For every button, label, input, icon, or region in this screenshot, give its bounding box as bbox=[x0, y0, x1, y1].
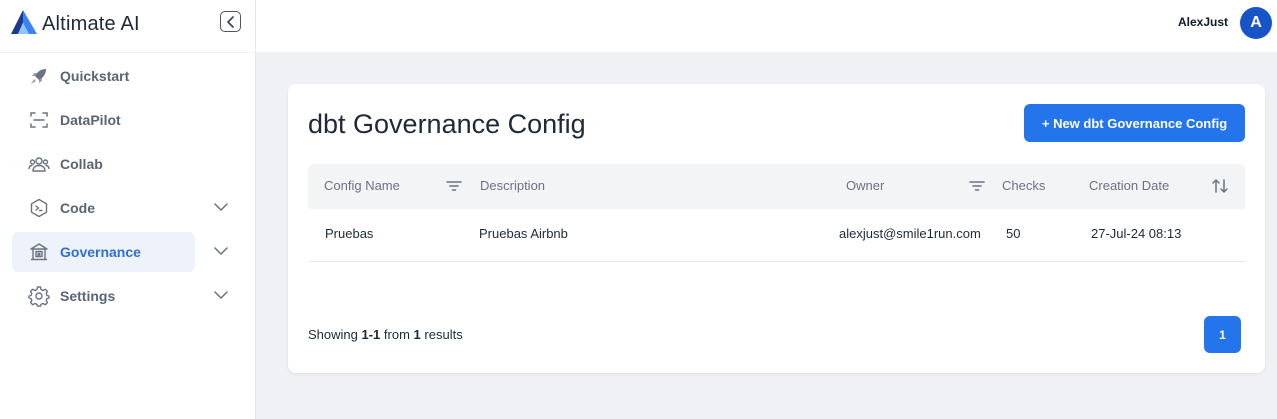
sidebar-item-label: Settings bbox=[60, 288, 116, 304]
sidebar-item-code[interactable]: Code bbox=[12, 188, 195, 228]
results-middle: from bbox=[383, 327, 410, 342]
filter-icon[interactable] bbox=[968, 177, 986, 195]
code-icon bbox=[28, 197, 50, 219]
results-prefix: Showing bbox=[308, 327, 358, 342]
column-header-description[interactable]: Description bbox=[480, 178, 545, 193]
pagination-page-button[interactable]: 1 bbox=[1204, 316, 1241, 353]
scan-icon bbox=[28, 109, 50, 131]
sidebar-item-label: Code bbox=[60, 200, 95, 216]
sidebar-item-settings[interactable]: Settings bbox=[12, 276, 195, 316]
chevron-left-icon bbox=[226, 15, 234, 28]
sidebar-item-datapilot[interactable]: DataPilot bbox=[12, 100, 195, 140]
sidebar-item-label: Collab bbox=[60, 156, 103, 172]
page-title: dbt Governance Config bbox=[308, 109, 586, 139]
cell-owner: alexjust@smile1run.com bbox=[839, 226, 981, 241]
results-summary: Showing 1-1 from 1 results bbox=[308, 327, 463, 342]
chevron-down-icon[interactable] bbox=[212, 286, 230, 304]
top-bar: AlexJust bbox=[256, 0, 1277, 52]
results-total: 1 bbox=[413, 327, 421, 342]
chevron-down-icon[interactable] bbox=[212, 198, 230, 216]
collapse-sidebar-button[interactable] bbox=[220, 11, 241, 32]
sidebar-item-label: Governance bbox=[60, 244, 141, 260]
altimate-logo-icon bbox=[10, 9, 38, 40]
sidebar-item-label: DataPilot bbox=[60, 112, 121, 128]
sidebar-item-quickstart[interactable]: Quickstart bbox=[12, 56, 195, 96]
cell-creation-date: 27-Jul-24 08:13 bbox=[1091, 226, 1182, 241]
brand[interactable]: Altimate AI bbox=[10, 9, 140, 40]
sidebar-item-collab[interactable]: Collab bbox=[12, 144, 195, 184]
chevron-down-icon[interactable] bbox=[212, 242, 230, 260]
new-governance-config-button[interactable]: + New dbt Governance Config bbox=[1024, 104, 1245, 142]
rocket-icon bbox=[28, 65, 50, 87]
filter-icon[interactable] bbox=[445, 177, 463, 195]
brand-name: Altimate AI bbox=[42, 13, 140, 35]
avatar[interactable]: A bbox=[1240, 7, 1272, 39]
results-range: 1-1 bbox=[361, 327, 381, 342]
sidebar-item-label: Quickstart bbox=[60, 68, 130, 84]
sidebar: Altimate AI Quickstart DataPilot Collab … bbox=[0, 0, 256, 419]
cell-description: Pruebas Airbnb bbox=[479, 226, 568, 241]
username: AlexJust bbox=[1177, 15, 1228, 29]
cell-config-name[interactable]: Pruebas bbox=[325, 226, 373, 241]
column-header-config-name[interactable]: Config Name bbox=[324, 178, 400, 193]
table-row[interactable]: Pruebas Pruebas Airbnb alexjust@smile1ru… bbox=[308, 209, 1245, 262]
table-header: Config Name Description Owner Checks Cre… bbox=[308, 164, 1245, 209]
sidebar-item-governance[interactable]: Governance bbox=[12, 232, 195, 272]
users-icon bbox=[28, 153, 50, 175]
bank-icon bbox=[28, 241, 50, 263]
governance-config-card: dbt Governance Config + New dbt Governan… bbox=[288, 84, 1265, 373]
column-header-creation-date[interactable]: Creation Date bbox=[1089, 178, 1169, 193]
sort-icon[interactable] bbox=[1211, 177, 1229, 195]
results-suffix: results bbox=[424, 327, 463, 342]
column-header-owner[interactable]: Owner bbox=[846, 178, 884, 193]
sidebar-divider bbox=[0, 52, 256, 53]
column-header-checks[interactable]: Checks bbox=[1002, 178, 1045, 193]
cell-checks: 50 bbox=[1006, 226, 1021, 241]
gear-icon bbox=[28, 285, 50, 307]
